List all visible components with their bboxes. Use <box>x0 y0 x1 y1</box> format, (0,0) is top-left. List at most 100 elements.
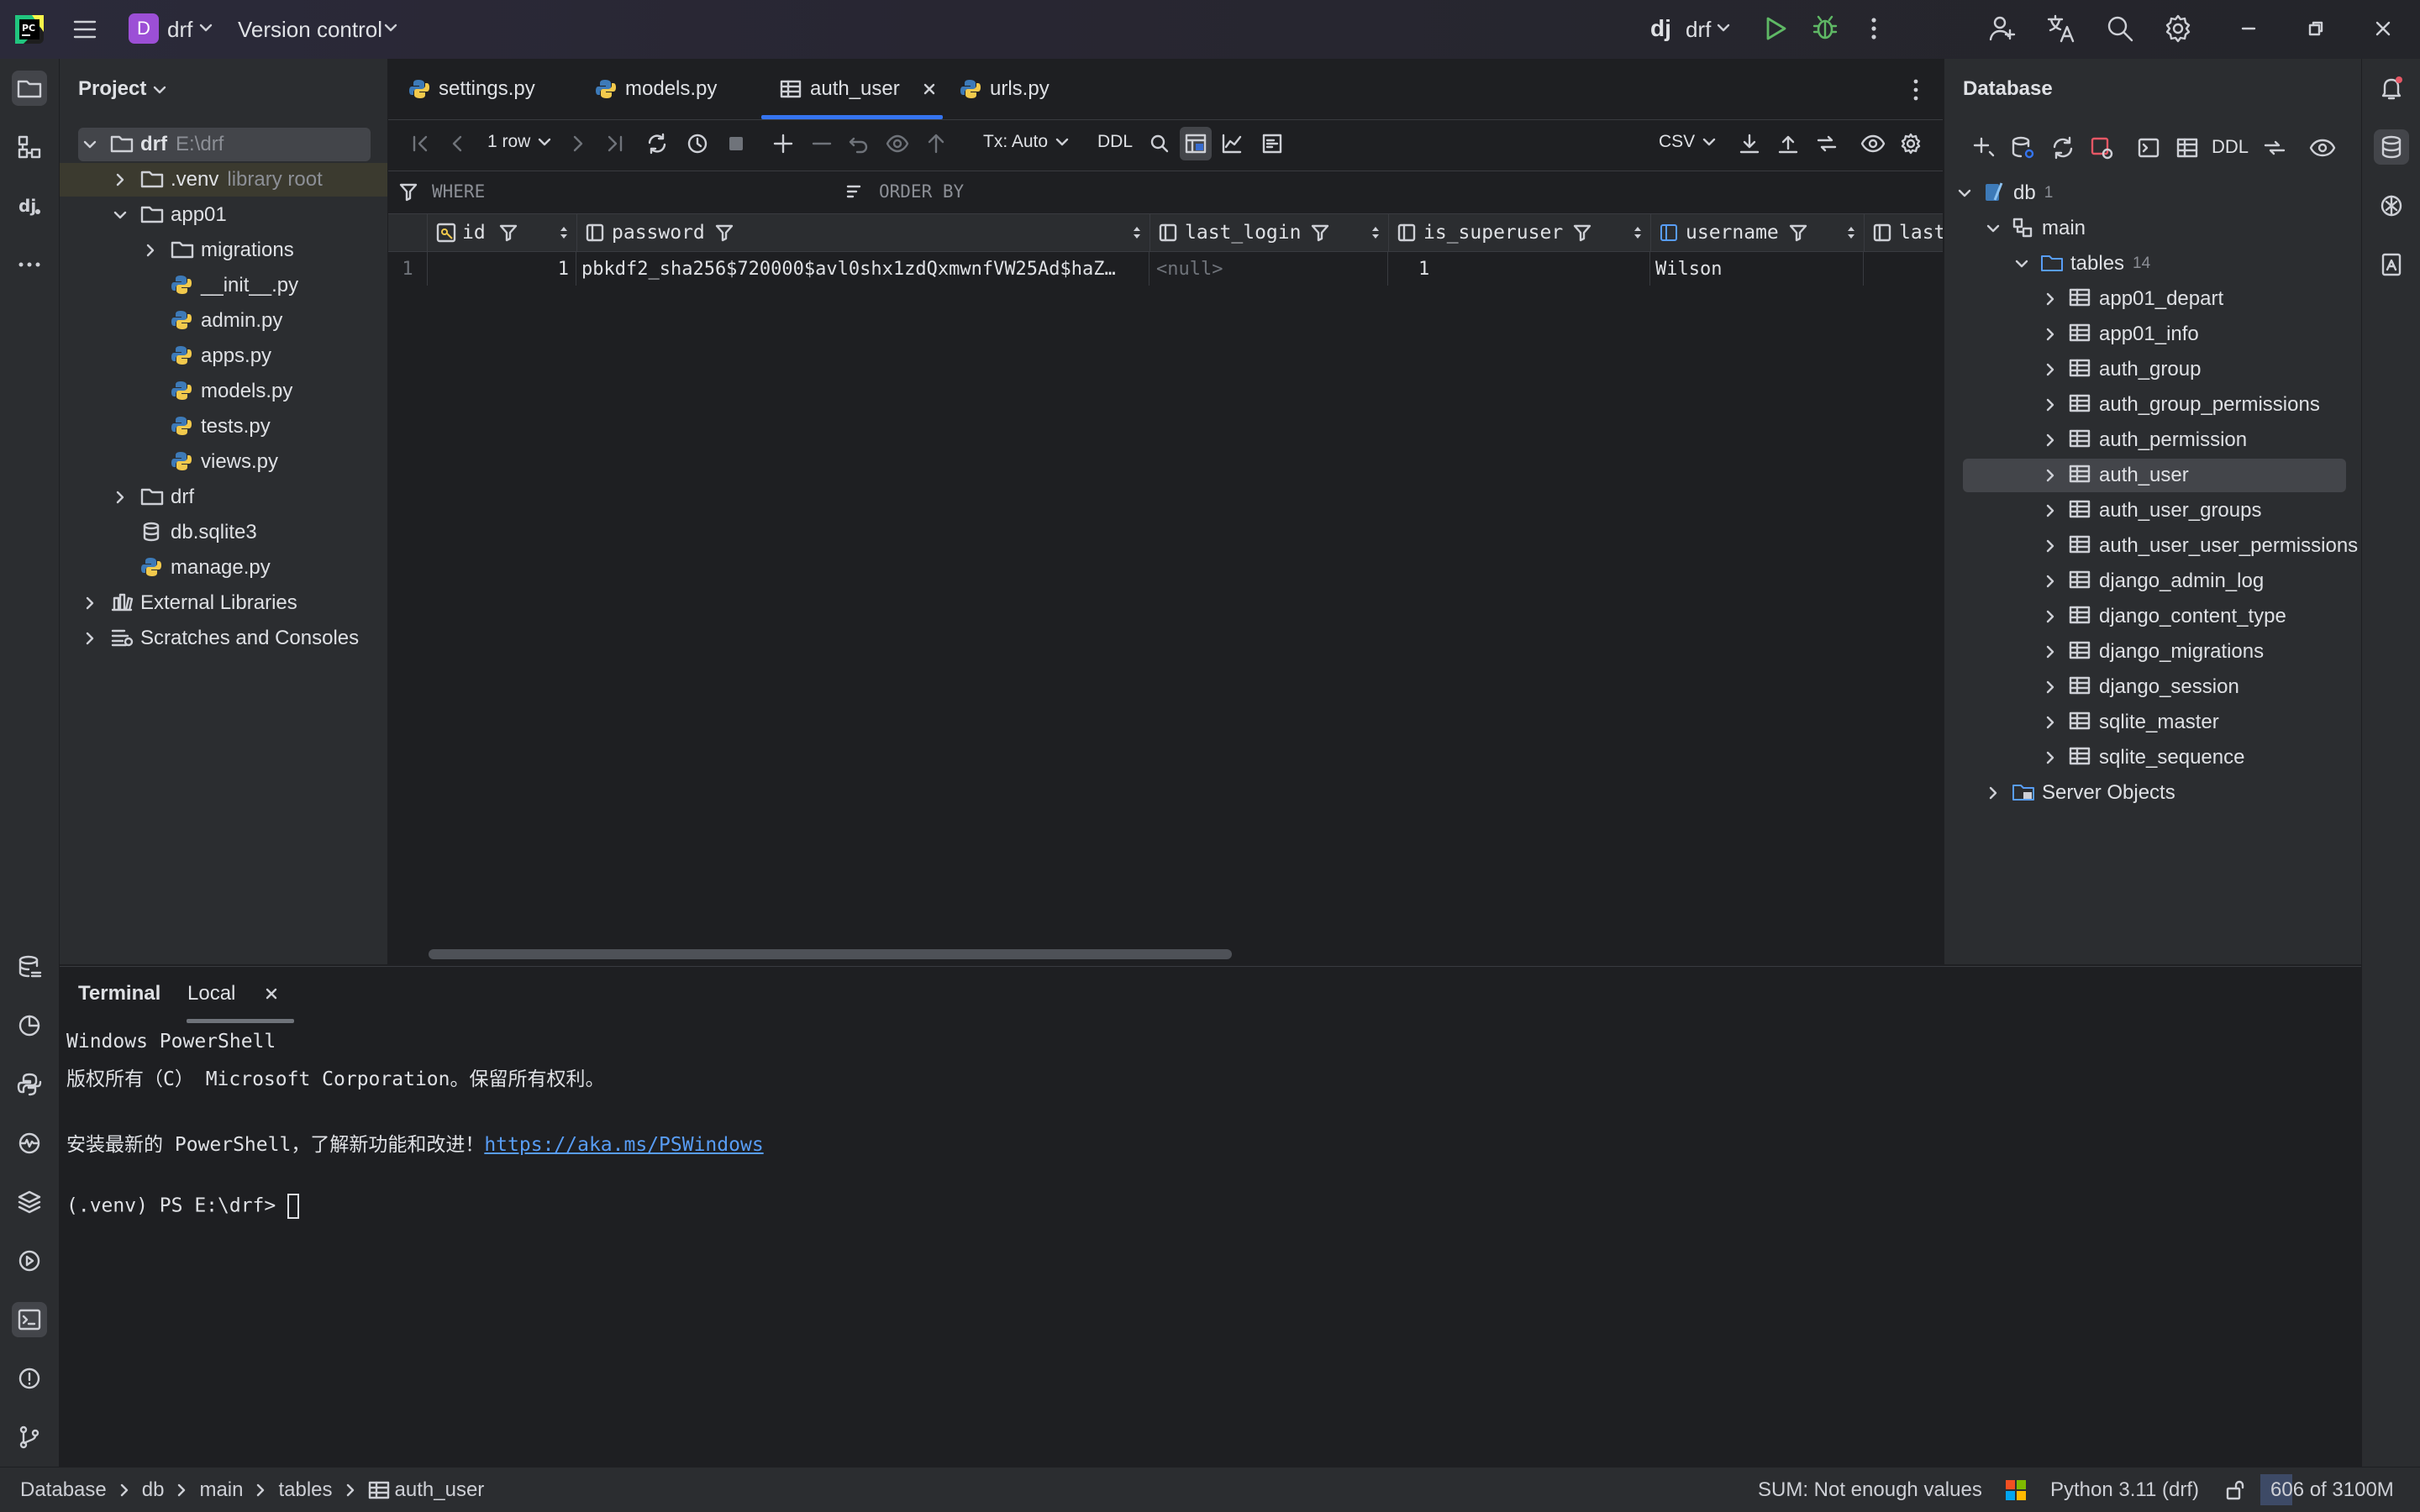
tree-item[interactable]: admin.py <box>60 304 387 338</box>
chart-icon[interactable] <box>1220 132 1244 155</box>
breadcrumb-item[interactable]: main <box>199 1478 243 1502</box>
django-structure-icon[interactable]: dj <box>12 188 47 223</box>
db-tree-item[interactable]: django_migrations <box>1944 635 2361 669</box>
close-tab-icon[interactable] <box>922 81 937 97</box>
problems-icon[interactable] <box>12 1361 47 1396</box>
memory-indicator[interactable]: 606 of 3100M <box>2260 1467 2412 1512</box>
tree-item[interactable]: drf <box>60 480 387 514</box>
chevron-right-icon[interactable] <box>1985 785 2012 801</box>
tree-item[interactable]: models.py <box>60 375 387 408</box>
tree-item[interactable]: tests.py <box>60 410 387 444</box>
chevron-down-icon[interactable] <box>2013 255 2040 272</box>
project-badge[interactable]: D <box>129 13 159 44</box>
chevron-right-icon[interactable] <box>2042 396 2069 413</box>
db-tree-item[interactable]: auth_user <box>1944 459 2361 492</box>
db-tree-item[interactable]: auth_user_user_permissions <box>1944 529 2361 563</box>
sort-arrows-icon[interactable] <box>1632 224 1644 241</box>
column-header-id[interactable]: id <box>427 214 577 251</box>
rows-count-dropdown[interactable]: 1 row <box>487 132 552 152</box>
find-icon[interactable] <box>1148 132 1171 155</box>
db-tree-item[interactable]: sqlite_sequence <box>1944 741 2361 774</box>
vcs-widget[interactable]: Version control <box>238 17 382 43</box>
next-page-icon[interactable] <box>566 132 588 155</box>
restore-icon[interactable] <box>2306 18 2326 39</box>
chevron-right-icon[interactable] <box>2042 749 2069 766</box>
cell-id[interactable]: 1 <box>427 252 576 286</box>
minimize-icon[interactable] <box>2238 18 2259 39</box>
db-tree-item[interactable]: app01_info <box>1944 318 2361 351</box>
chevron-right-icon[interactable] <box>82 630 110 647</box>
db-tree-item[interactable]: main <box>1944 212 2361 245</box>
jump-to-source-icon[interactable] <box>2262 135 2287 160</box>
table-row[interactable]: 1 1 pbkdf2_sha256$720000$avl0shx1zdQxmwn… <box>388 252 1943 286</box>
chevron-down-icon[interactable] <box>1716 22 1731 34</box>
first-page-icon[interactable] <box>410 132 432 155</box>
tree-item[interactable]: Scratches and Consoles <box>60 622 387 655</box>
order-by-input[interactable]: ORDER BY <box>879 181 964 202</box>
database-tool-icon[interactable] <box>2374 129 2409 165</box>
ddl-button[interactable]: DDL <box>2212 136 2249 158</box>
tree-item[interactable]: db.sqlite3 <box>60 516 387 549</box>
sql-console-icon[interactable] <box>2136 135 2161 160</box>
tree-item[interactable]: app01 <box>60 198 387 232</box>
db-tree-item[interactable]: django_admin_log <box>1944 564 2361 598</box>
run-icon[interactable] <box>1763 15 1788 42</box>
tree-item[interactable]: .venv library root <box>60 163 387 197</box>
chevron-right-icon[interactable] <box>2042 643 2069 660</box>
services-icon[interactable] <box>12 1126 47 1161</box>
breadcrumb-item[interactable]: db <box>142 1478 165 1502</box>
column-header-last-login[interactable]: last_login <box>1150 214 1389 251</box>
translate-icon[interactable] <box>2046 13 2076 44</box>
column-header-password[interactable]: password <box>576 214 1150 251</box>
db-tree-item[interactable]: auth_group <box>1944 353 2361 386</box>
datasource-properties-icon[interactable] <box>2010 135 2035 160</box>
chevron-right-icon[interactable] <box>2042 432 2069 449</box>
more-vertical-icon[interactable] <box>1865 15 1882 42</box>
value-editor-toggle[interactable] <box>1180 127 1212 160</box>
db-tree-item[interactable]: db 1 <box>1944 176 2361 210</box>
preview-changes-icon[interactable] <box>886 132 909 155</box>
chevron-down-icon[interactable] <box>152 84 167 96</box>
table-view-icon[interactable] <box>2175 135 2200 160</box>
main-menu-icon[interactable] <box>72 18 97 40</box>
windows-logo-icon[interactable] <box>2005 1467 2027 1512</box>
breadcrumb-item[interactable]: auth_user <box>395 1478 485 1502</box>
profiler-icon[interactable] <box>12 1008 47 1043</box>
chevron-right-icon[interactable] <box>2042 502 2069 519</box>
db-tree-item[interactable]: Server Objects <box>1944 776 2361 810</box>
chevron-right-icon[interactable] <box>112 489 140 506</box>
upload-icon[interactable] <box>1776 132 1800 155</box>
close-window-icon[interactable] <box>2373 18 2393 39</box>
unlock-icon[interactable] <box>2225 1467 2245 1512</box>
tab-options-icon[interactable] <box>1907 77 1924 102</box>
column-filter-icon[interactable] <box>715 223 734 242</box>
revert-icon[interactable] <box>847 132 871 155</box>
tree-item[interactable]: apps.py <box>60 339 387 373</box>
db-tree-item[interactable]: auth_user_groups <box>1944 494 2361 528</box>
db-tree-item[interactable]: auth_group_permissions <box>1944 388 2361 422</box>
breadcrumb-item[interactable]: Database <box>20 1478 107 1502</box>
sort-arrows-icon[interactable] <box>1131 224 1143 241</box>
add-datasource-icon[interactable] <box>1971 135 1996 160</box>
tree-item[interactable]: manage.py <box>60 551 387 585</box>
ai-assistant-icon[interactable] <box>2374 188 2409 223</box>
structure-tool-icon[interactable] <box>12 129 47 165</box>
close-tab-icon[interactable] <box>265 987 278 1000</box>
export-format-dropdown[interactable]: CSV <box>1659 132 1717 152</box>
chevron-right-icon[interactable] <box>112 171 140 188</box>
chevron-right-icon[interactable] <box>142 242 171 259</box>
last-page-icon[interactable] <box>603 132 625 155</box>
column-header-username[interactable]: username <box>1650 214 1865 251</box>
chevron-right-icon[interactable] <box>2042 326 2069 343</box>
terminal-tool-icon[interactable] <box>12 1302 47 1337</box>
delete-row-icon[interactable] <box>810 132 834 155</box>
chevron-down-icon[interactable] <box>383 22 398 34</box>
project-name[interactable]: drf <box>167 17 192 43</box>
previous-page-icon[interactable] <box>447 132 469 155</box>
compare-icon[interactable] <box>1815 132 1839 155</box>
column-header-is-superuser[interactable]: is_superuser <box>1388 214 1651 251</box>
reload-icon[interactable] <box>645 132 669 155</box>
refresh-icon[interactable] <box>2050 135 2075 160</box>
chevron-down-icon[interactable] <box>1956 185 1983 202</box>
terminal-link[interactable]: https://aka.ms/PSWindows <box>484 1134 763 1156</box>
